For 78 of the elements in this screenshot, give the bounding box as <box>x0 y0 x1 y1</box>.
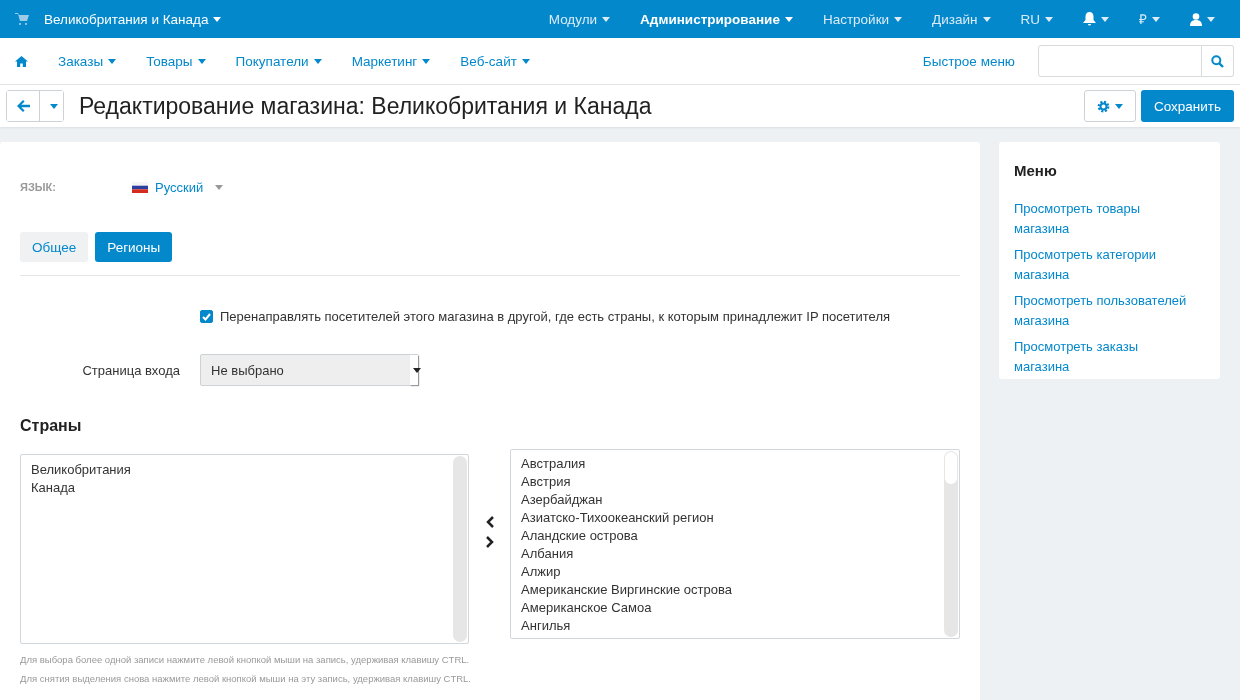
entry-page-label: Страница входа <box>81 362 181 378</box>
list-item[interactable]: Албания <box>521 545 933 563</box>
list-item[interactable]: Канада <box>31 479 442 497</box>
caret-icon <box>1045 16 1053 22</box>
caret-icon <box>521 58 530 64</box>
currency-menu[interactable]: ₽ <box>1124 0 1175 38</box>
nav-menu-item[interactable]: Заказы <box>43 53 132 69</box>
settings-button[interactable] <box>1083 90 1136 122</box>
list-item[interactable]: Американское Самоа <box>521 599 933 617</box>
user-icon <box>1190 12 1202 26</box>
caret-icon <box>1207 16 1215 22</box>
gear-icon <box>1096 99 1110 113</box>
caret-icon <box>602 16 611 22</box>
caret-icon <box>197 58 206 64</box>
caret-icon <box>982 16 991 22</box>
top-menu-item[interactable]: RU <box>1005 0 1068 38</box>
sidebar-title: Меню <box>1014 162 1058 179</box>
caret-icon <box>1152 16 1160 22</box>
available-countries-list[interactable]: Австралия Австрия Азербайджан Азиатско-Тихоокеанский регион Аландские острова Албания Алжир Американские Виргинские острова Американское Самоа Ангилья <box>510 449 960 639</box>
caret-icon <box>108 58 117 64</box>
nav-menu-item[interactable]: Покупатели <box>220 53 337 69</box>
chevron-right-icon[interactable] <box>485 536 494 548</box>
caret-icon <box>412 367 421 373</box>
flag-icon <box>132 181 148 193</box>
scrollbar[interactable] <box>452 456 467 642</box>
nav-menu-item[interactable]: Веб-сайт <box>445 53 545 69</box>
top-menu-item[interactable]: Настройки <box>807 0 918 38</box>
sidebar-link[interactable]: Просмотреть пользователей магазина <box>1014 291 1192 331</box>
store-selector[interactable]: Великобритания и Канада <box>29 0 237 38</box>
caret-icon <box>894 16 903 22</box>
checkbox[interactable] <box>200 310 213 323</box>
quick-menu-link[interactable]: Быстрое меню <box>907 53 1030 69</box>
caret-icon <box>213 16 222 22</box>
entry-page-select[interactable]: Не выбрано <box>200 354 419 386</box>
language-selector[interactable]: Русский <box>132 179 224 195</box>
list-item[interactable]: Австралия <box>521 455 933 473</box>
dropdown-button[interactable] <box>39 91 63 121</box>
page-title: Редактирование магазина: Великобритания и Канада <box>79 92 652 120</box>
tab[interactable]: Регионы <box>95 232 173 262</box>
list-item[interactable]: Австрия <box>521 473 933 491</box>
checkbox-label: Перенаправлять посетителей этого магазина в другой, где есть страны, к которым принадлежит IP посетителя <box>220 309 891 324</box>
list-item[interactable]: Аландские острова <box>521 527 933 545</box>
list-item[interactable]: Американские Виргинские острова <box>521 581 933 599</box>
bell-icon <box>1083 12 1096 26</box>
hint-text: Для выбора более одной записи нажмите левой кнопкой мыши на запись, удерживая клавишу CTRL. <box>20 654 471 665</box>
top-menu-item[interactable]: Модули <box>533 0 626 38</box>
list-item[interactable]: Ангилья <box>521 617 933 635</box>
list-item[interactable]: Азербайджан <box>521 491 933 509</box>
chevron-left-icon[interactable] <box>485 516 494 528</box>
top-menu-item[interactable]: Администрирование <box>625 0 808 38</box>
search-field[interactable] <box>1038 45 1202 77</box>
sidebar-link[interactable]: Просмотреть товары магазина <box>1014 199 1192 239</box>
sidebar-link[interactable]: Просмотреть заказы магазина <box>1014 337 1192 377</box>
language-label: ЯЗЫК: <box>20 181 57 193</box>
scrollbar[interactable] <box>944 451 958 637</box>
cart-icon[interactable] <box>15 13 29 25</box>
list-item[interactable]: Великобритания <box>31 461 442 479</box>
caret-icon <box>50 103 58 109</box>
selected-countries-list[interactable]: Великобритания Канада <box>20 454 469 644</box>
caret-icon <box>422 58 431 64</box>
caret-icon <box>784 16 793 22</box>
nav-menu-item[interactable]: Маркетинг <box>336 53 446 69</box>
hint-text: Для снятия выделения снова нажмите левой кнопкой мыши на эту запись, удерживая клавишу CTRL. <box>20 673 472 684</box>
caret-icon <box>1114 103 1123 109</box>
nav-menu-item[interactable]: Товары <box>131 53 221 69</box>
caret-icon <box>313 58 322 64</box>
section-title: Страны <box>20 417 83 435</box>
save-button[interactable]: Сохранить <box>1140 90 1234 122</box>
top-menu-item[interactable]: Дизайн <box>917 0 1006 38</box>
sidebar-link[interactable]: Просмотреть категории магазина <box>1014 245 1192 285</box>
list-item[interactable]: Алжир <box>521 563 933 581</box>
caret-icon <box>215 184 224 190</box>
home-icon[interactable] <box>15 55 28 67</box>
list-item[interactable]: Азиатско-Тихоокеанский регион <box>521 509 933 527</box>
caret-icon <box>1101 16 1109 22</box>
tab[interactable]: Общее <box>20 232 89 262</box>
search-icon[interactable] <box>1211 54 1224 68</box>
arrow-left-icon <box>16 100 30 112</box>
